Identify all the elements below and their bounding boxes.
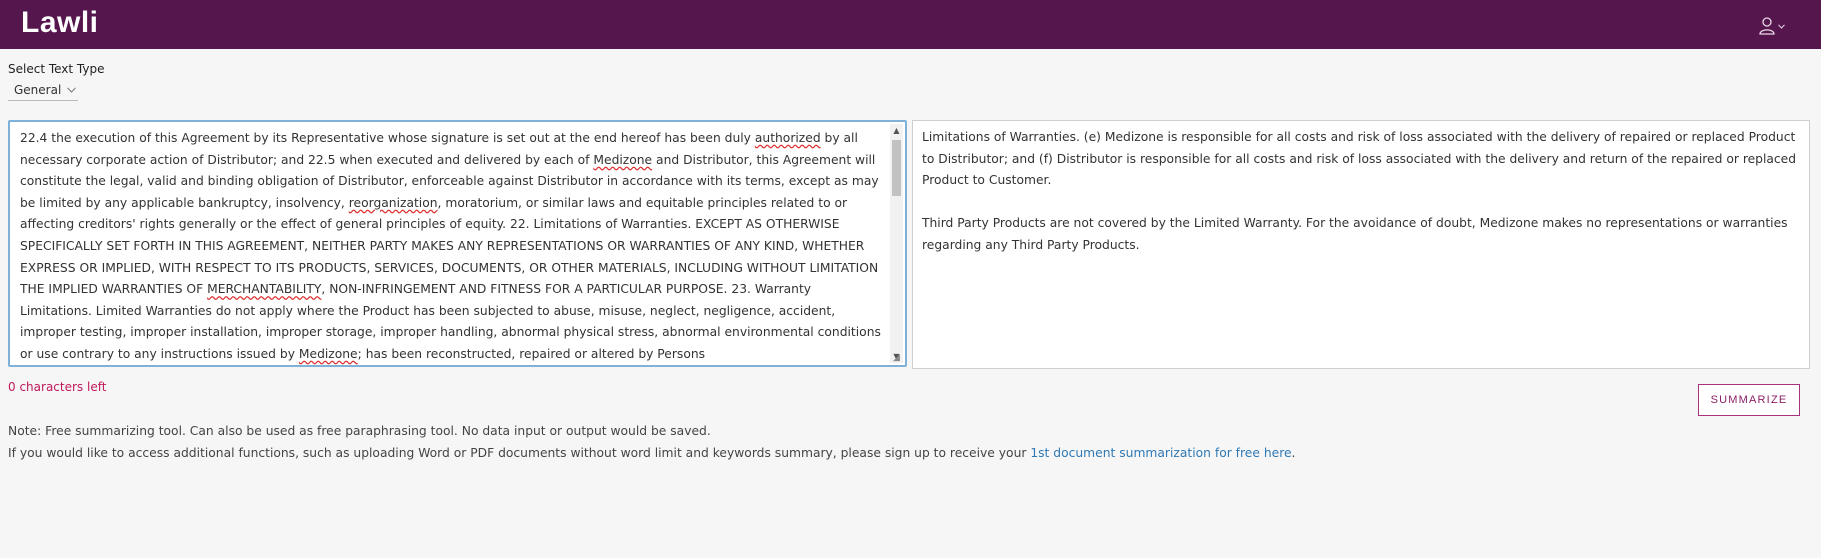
user-menu-button[interactable]: [1759, 15, 1791, 37]
signup-note-prefix: If you would like to access additional f…: [8, 446, 1031, 460]
note-text: Note: Free summarizing tool. Can also be…: [8, 424, 711, 438]
spellcheck-word: reorganization: [348, 195, 438, 210]
signup-note-suffix: .: [1291, 446, 1296, 460]
input-text[interactable]: 22.4 the execution of this Agreement by …: [20, 128, 885, 365]
input-textarea[interactable]: 22.4 the execution of this Agreement by …: [8, 120, 907, 367]
brand-logo[interactable]: Lawli: [21, 6, 99, 40]
chevron-down-icon: [67, 85, 77, 96]
characters-left-counter: 0 characters left: [8, 380, 107, 394]
text-type-label: Select Text Type: [8, 62, 105, 76]
scrollbar-thumb[interactable]: [892, 140, 901, 196]
summarize-button[interactable]: SUMMARIZE: [1698, 384, 1800, 416]
scroll-up-arrow-icon[interactable]: ▲: [890, 124, 903, 137]
user-icon: [1759, 17, 1775, 35]
top-navbar: Lawli: [0, 0, 1821, 49]
spellcheck-word: Medizone: [593, 152, 653, 167]
input-text-segment: 22.4 the execution of this Agreement by …: [20, 131, 755, 145]
summary-output-text: Limitations of Warranties. (e) Medizone …: [922, 127, 1798, 257]
spellcheck-word: MERCHANTABILITY: [207, 282, 322, 297]
text-type-select[interactable]: General: [8, 80, 78, 101]
chevron-down-icon: [1778, 23, 1785, 29]
free-summarization-link[interactable]: 1st document summarization for free here: [1030, 446, 1291, 460]
input-scrollbar[interactable]: ▲ ▼: [890, 124, 903, 363]
spellcheck-word: Medizone: [298, 346, 358, 361]
signup-note: If you would like to access additional f…: [8, 446, 1295, 460]
resize-handle-icon[interactable]: ◢: [893, 353, 903, 363]
summary-paragraph: Third Party Products are not covered by …: [922, 216, 1788, 252]
summary-output-box[interactable]: Limitations of Warranties. (e) Medizone …: [912, 120, 1810, 369]
summary-paragraph: Limitations of Warranties. (e) Medizone …: [922, 130, 1797, 188]
spellcheck-word: authorized: [754, 131, 821, 145]
text-type-selected: General: [14, 83, 62, 97]
input-text-segment: ; has been reconstructed, repaired or al…: [357, 346, 706, 361]
